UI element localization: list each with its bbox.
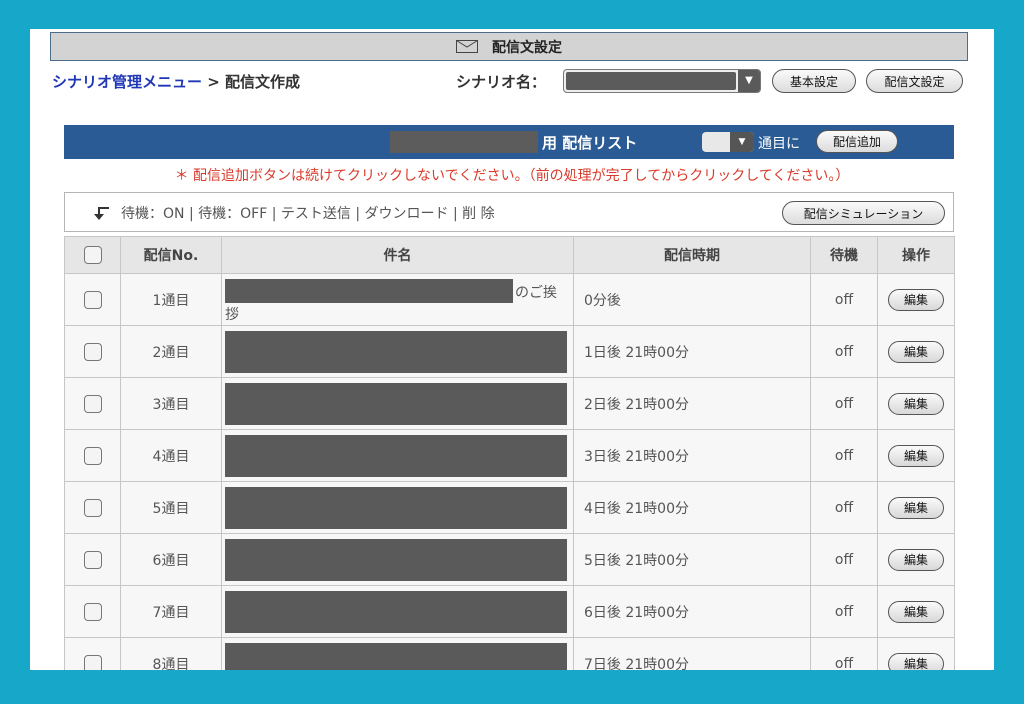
row-timing: 0分後 — [573, 273, 811, 326]
table-row: 8通目 7日後 21時00分 off 編集 — [64, 637, 955, 670]
chevron-down-icon: ▼ — [730, 132, 754, 152]
redacted-subject — [225, 434, 567, 477]
table-row: 2通目 1日後 21時00分 off 編集 — [64, 325, 955, 378]
delete-link[interactable]: 削 除 — [462, 206, 494, 222]
row-number: 1通目 — [120, 273, 222, 326]
table-row: 4通目 3日後 21時00分 off 編集 — [64, 429, 955, 482]
col-header-op: 操作 — [877, 236, 955, 274]
table-row: 3通目 2日後 21時00分 off 編集 — [64, 377, 955, 430]
row-timing: 1日後 21時00分 — [573, 325, 811, 378]
col-header-timing: 配信時期 — [573, 236, 811, 274]
row-wait-status: off — [810, 429, 878, 482]
row-wait-status: off — [810, 585, 878, 638]
edit-button[interactable]: 編集 — [888, 496, 944, 519]
row-timing: 5日後 21時00分 — [573, 533, 811, 586]
row-number: 5通目 — [120, 481, 222, 534]
col-header-subject: 件名 — [221, 236, 574, 274]
edit-button[interactable]: 編集 — [888, 340, 944, 363]
row-checkbox[interactable] — [83, 290, 102, 309]
row-number: 4通目 — [120, 429, 222, 482]
table-row: 7通目 6日後 21時00分 off 編集 — [64, 585, 955, 638]
page-title: 配信文設定 — [492, 39, 562, 56]
row-checkbox[interactable] — [83, 446, 102, 465]
breadcrumb-separator: > — [202, 73, 226, 91]
edit-button[interactable]: 編集 — [888, 548, 944, 571]
test-send-link[interactable]: テスト送信 — [281, 206, 351, 222]
row-wait-status: off — [810, 325, 878, 378]
row-checkbox[interactable] — [83, 394, 102, 413]
wait-off-link[interactable]: 待機：OFF — [198, 206, 267, 222]
redacted-subject — [225, 382, 567, 425]
insert-position-select[interactable]: ▼ — [702, 132, 754, 152]
subject-tail-wrap: 拶 — [225, 306, 239, 323]
breadcrumb-current: 配信文作成 — [225, 73, 301, 91]
redacted-subject — [225, 642, 567, 670]
row-wait-status: off — [810, 273, 878, 326]
delivery-list-title: 用 配信リスト — [542, 134, 638, 152]
page-header: 配信文設定 — [50, 32, 968, 61]
delivery-list-bar: 用 配信リスト ▼ 通目に 配信追加 — [64, 125, 954, 159]
table-row: 5通目 4日後 21時00分 off 編集 — [64, 481, 955, 534]
edit-button[interactable]: 編集 — [888, 392, 944, 415]
row-number: 2通目 — [120, 325, 222, 378]
row-timing: 4日後 21時00分 — [573, 481, 811, 534]
wait-on-link[interactable]: 待機：ON — [121, 206, 185, 222]
download-link[interactable]: ダウンロード — [365, 206, 449, 222]
edit-button[interactable]: 編集 — [888, 652, 944, 670]
insert-position-suffix: 通目に — [758, 136, 800, 152]
row-number: 6通目 — [120, 533, 222, 586]
row-number: 3通目 — [120, 377, 222, 430]
edit-button[interactable]: 編集 — [888, 600, 944, 623]
delivery-table: 配信No. 件名 配信時期 待機 操作 1通目 のご挨 拶 0分後 off 編集… — [64, 236, 955, 670]
message-settings-button[interactable]: 配信文設定 — [866, 69, 963, 93]
scenario-name-label: シナリオ名： — [456, 73, 547, 91]
redacted-subject — [225, 330, 567, 373]
row-timing: 6日後 21時00分 — [573, 585, 811, 638]
chevron-down-icon: ▼ — [738, 70, 760, 92]
add-delivery-button[interactable]: 配信追加 — [816, 130, 898, 153]
col-header-no: 配信No. — [120, 236, 222, 274]
redacted-subject — [225, 278, 513, 303]
edit-button[interactable]: 編集 — [888, 444, 944, 467]
bulk-actions-bar: 待機：ON | 待機：OFF | テスト送信 | ダウンロード | 削 除 配信… — [64, 192, 954, 232]
col-header-wait: 待機 — [810, 236, 878, 274]
table-row: 6通目 5日後 21時00分 off 編集 — [64, 533, 955, 586]
row-number: 7通目 — [120, 585, 222, 638]
row-timing: 2日後 21時00分 — [573, 377, 811, 430]
row-wait-status: off — [810, 637, 878, 670]
select-all-cell — [64, 236, 121, 274]
row-checkbox[interactable] — [83, 498, 102, 517]
subject-tail: のご挨 — [515, 284, 557, 301]
row-wait-status: off — [810, 533, 878, 586]
row-checkbox[interactable] — [83, 550, 102, 569]
redacted-scenario-name — [566, 72, 736, 90]
row-checkbox[interactable] — [83, 342, 102, 361]
delivery-simulation-button[interactable]: 配信シミュレーション — [782, 201, 945, 225]
redacted-subject — [225, 590, 567, 633]
row-wait-status: off — [810, 377, 878, 430]
table-row: 1通目 のご挨 拶 0分後 off 編集 — [64, 273, 955, 326]
warning-message: ＊ 配信追加ボタンは続けてクリックしないでください。（前の処理が完了してからクリ… — [174, 168, 850, 184]
breadcrumb: シナリオ管理メニュー > 配信文作成 — [52, 71, 300, 92]
row-subject: のご挨 拶 — [225, 278, 570, 323]
redacted-subject — [225, 486, 567, 529]
row-timing: 3日後 21時00分 — [573, 429, 811, 482]
bulk-action-links: 待機：ON | 待機：OFF | テスト送信 | ダウンロード | 削 除 — [121, 206, 495, 222]
basic-settings-button[interactable]: 基本設定 — [772, 69, 856, 93]
mail-icon — [456, 40, 478, 53]
row-checkbox[interactable] — [83, 602, 102, 621]
table-header-row: 配信No. 件名 配信時期 待機 操作 — [64, 236, 955, 274]
turn-down-arrow-icon — [94, 207, 109, 220]
row-timing: 7日後 21時00分 — [573, 637, 811, 670]
breadcrumb-menu-link[interactable]: シナリオ管理メニュー — [52, 73, 202, 91]
redacted-subject — [225, 538, 567, 581]
edit-button[interactable]: 編集 — [888, 288, 944, 311]
scenario-select[interactable]: ▼ — [563, 69, 761, 93]
row-wait-status: off — [810, 481, 878, 534]
redacted-list-name — [390, 131, 538, 153]
row-checkbox[interactable] — [83, 654, 102, 670]
row-number: 8通目 — [120, 637, 222, 670]
select-all-checkbox[interactable] — [83, 246, 102, 264]
main-panel: 配信文設定 シナリオ管理メニュー > 配信文作成 シナリオ名： ▼ 基本設定 配… — [30, 29, 994, 670]
